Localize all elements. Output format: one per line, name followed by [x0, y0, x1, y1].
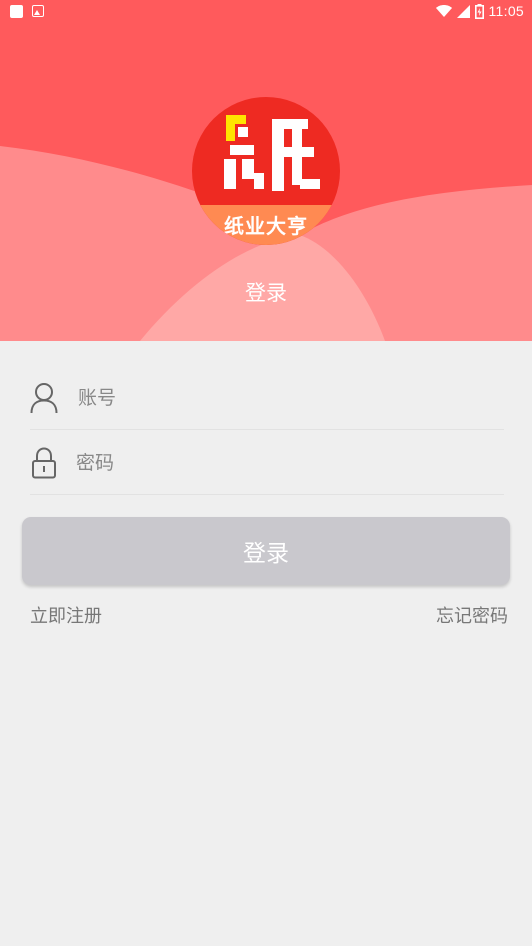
- signal-icon: [456, 4, 470, 18]
- forgot-password-link[interactable]: 忘记密码: [436, 602, 508, 628]
- password-field: [30, 431, 504, 495]
- account-input[interactable]: [78, 386, 458, 409]
- app-logo: 纸业大亨: [192, 97, 340, 245]
- user-icon: [30, 381, 58, 415]
- image-notification-icon: [32, 5, 44, 17]
- battery-icon: [474, 3, 484, 19]
- status-bar: 11:05: [0, 0, 532, 24]
- wifi-icon: [435, 4, 452, 17]
- account-field: [30, 366, 504, 430]
- login-button[interactable]: 登录: [22, 517, 510, 585]
- lock-icon: [30, 446, 58, 480]
- status-time: 11:05: [488, 3, 524, 19]
- header: 11:05 纸业大亨 登录: [0, 0, 532, 341]
- logo-text: 纸业大亨: [224, 214, 308, 238]
- page-title: 登录: [245, 281, 287, 305]
- register-link[interactable]: 立即注册: [30, 602, 102, 628]
- notification-icon: [10, 5, 23, 18]
- password-input[interactable]: [76, 451, 456, 474]
